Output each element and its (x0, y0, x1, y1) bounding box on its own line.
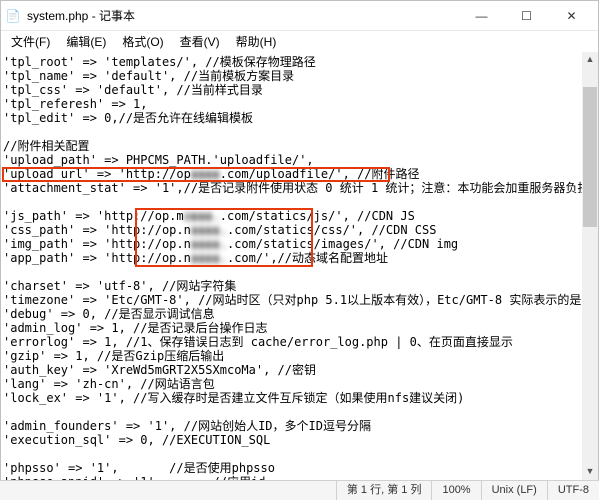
notepad-icon: 📄 (5, 8, 21, 24)
code-line: 'admin_founders' => '1', //网站创始人ID，多个ID逗… (3, 419, 371, 433)
menu-edit[interactable]: 编辑(E) (58, 31, 114, 53)
code-line: 'debug' => 0, //是否显示调试信息 (3, 307, 215, 321)
status-eol: Unix (LF) (481, 481, 547, 500)
code-line: 'gzip' => 1, //是否Gzip压缩后输出 (3, 349, 224, 363)
window-title: system.php - 记事本 (27, 7, 459, 25)
code-line: 'errorlog' => 1, //1、保存错误日志到 cache/error… (3, 335, 513, 349)
window-controls: — ☐ ✕ (459, 2, 594, 30)
masked-domain: ▮▮▮▮. (191, 237, 227, 251)
status-encoding: UTF-8 (547, 481, 599, 500)
code-line: 'tpl_edit' => 0,//是否允许在线编辑模板 (3, 111, 253, 125)
code-line: //附件相关配置 (3, 139, 89, 153)
code-line: 'upload_url' => 'http://op▮▮▮▮.com/uploa… (3, 167, 419, 181)
maximize-button[interactable]: ☐ (504, 2, 549, 30)
minimize-button[interactable]: — (459, 2, 504, 30)
code-line: 'lock_ex' => '1', //写入缓存时是否建立文件互斥锁定（如果使用… (3, 391, 464, 405)
code-line (3, 447, 10, 461)
code-line: 'js_path' => 'http://op.ma▮▮▮..com/stati… (3, 209, 415, 223)
status-zoom: 100% (431, 481, 480, 500)
scroll-down-icon[interactable]: ▼ (582, 464, 598, 480)
scroll-up-icon[interactable]: ▲ (582, 52, 598, 68)
code-line: 'img_path' => 'http://op.n▮▮▮▮..com/stat… (3, 237, 458, 251)
masked-domain: ▮▮▮▮ (191, 167, 220, 181)
masked-domain: ▮▮▮▮. (191, 223, 227, 237)
menu-file[interactable]: 文件(F) (3, 31, 58, 53)
menu-help[interactable]: 帮助(H) (228, 31, 285, 53)
code-line: 'auth_key' => 'XreWd5mGRT2X5SXmcoMa', //… (3, 363, 316, 377)
masked-domain: a▮▮▮. (184, 209, 220, 223)
code-line: 'lang' => 'zh-cn', //网站语言包 (3, 377, 215, 391)
code-line: 'attachment_stat' => '1',//是否记录附件使用状态 0 … (3, 181, 589, 195)
scroll-thumb[interactable] (583, 87, 597, 227)
code-line: 'execution_sql' => 0, //EXECUTION_SQL (3, 433, 270, 447)
code-line: 'phpsso' => '1', //是否使用phpsso (3, 461, 275, 475)
code-line: 'app_path' => 'http://op.n▮▮▮▮..com/',//… (3, 251, 388, 265)
code-line (3, 125, 10, 139)
titlebar: 📄 system.php - 记事本 — ☐ ✕ (1, 1, 598, 31)
code-line: 'tpl_root' => 'templates/', //模板保存物理路径 (3, 55, 316, 69)
code-line: 'tpl_name' => 'default', //当前模板方案目录 (3, 69, 294, 83)
menu-format[interactable]: 格式(O) (114, 31, 171, 53)
status-position: 第 1 行, 第 1 列 (336, 481, 432, 500)
editor-content[interactable]: 'tpl_root' => 'templates/', //模板保存物理路径 '… (1, 53, 598, 481)
statusbar: 第 1 行, 第 1 列 100% Unix (LF) UTF-8 (0, 480, 599, 500)
code-line (3, 265, 10, 279)
code-line: 'tpl_css' => 'default', //当前样式目录 (3, 83, 263, 97)
code-line: 'upload_path' => PHPCMS_PATH.'uploadfile… (3, 153, 314, 167)
code-line: 'timezone' => 'Etc/GMT-8', //网站时区（只对php … (3, 293, 598, 307)
code-line: 'css_path' => 'http://op.n▮▮▮▮..com/stat… (3, 223, 436, 237)
menu-view[interactable]: 查看(V) (172, 31, 228, 53)
code-line: 'tpl_referesh' => 1, (3, 97, 148, 111)
menubar: 文件(F) 编辑(E) 格式(O) 查看(V) 帮助(H) (1, 31, 598, 53)
masked-domain: ▮▮▮▮. (191, 251, 227, 265)
close-button[interactable]: ✕ (549, 2, 594, 30)
code-line (3, 405, 10, 419)
code-line: 'charset' => 'utf-8', //网站字符集 (3, 279, 236, 293)
code-line: 'admin_log' => 1, //是否记录后台操作日志 (3, 321, 268, 335)
code-line (3, 195, 10, 209)
vertical-scrollbar[interactable]: ▲ ▼ (582, 52, 598, 480)
